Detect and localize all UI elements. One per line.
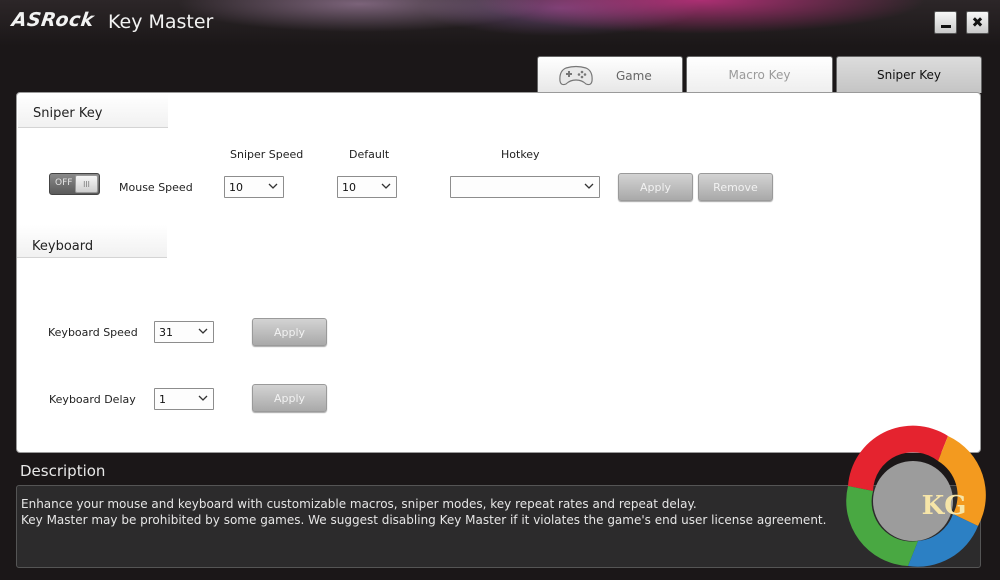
title-bar: ASRock Key Master ✖ bbox=[0, 0, 1000, 46]
description-line-2: Key Master may be prohibited by some gam… bbox=[21, 513, 827, 527]
keyboard-speed-value: 31 bbox=[159, 326, 173, 339]
default-speed-value: 10 bbox=[342, 181, 356, 194]
toggle-state-label: OFF bbox=[55, 178, 73, 188]
minimize-button[interactable] bbox=[934, 11, 957, 34]
default-speed-select[interactable]: 10 bbox=[337, 176, 397, 198]
sniper-remove-button[interactable]: Remove bbox=[698, 173, 773, 201]
tab-macro-key[interactable]: Macro Key bbox=[686, 56, 833, 93]
sniper-apply-button[interactable]: Apply bbox=[618, 173, 693, 201]
chevron-down-icon bbox=[381, 183, 391, 189]
chevron-down-icon bbox=[198, 328, 208, 334]
keyboard-speed-apply-button[interactable]: Apply bbox=[252, 318, 327, 346]
tab-game[interactable]: Game bbox=[537, 56, 683, 93]
keyboard-delay-select[interactable]: 1 bbox=[154, 388, 214, 410]
description-line-1: Enhance your mouse and keyboard with cus… bbox=[21, 497, 697, 511]
sniper-speed-select[interactable]: 10 bbox=[224, 176, 284, 198]
keyboard-section-title: Keyboard bbox=[17, 225, 167, 258]
tab-macro-key-label: Macro Key bbox=[728, 68, 791, 82]
tab-sniper-key[interactable]: Sniper Key bbox=[836, 56, 982, 93]
toggle-knob[interactable]: lll bbox=[75, 175, 98, 193]
close-button[interactable]: ✖ bbox=[966, 11, 989, 34]
chevron-down-icon bbox=[198, 395, 208, 401]
sniper-speed-column-header: Sniper Speed bbox=[230, 148, 304, 161]
mouse-speed-label: Mouse Speed bbox=[119, 181, 193, 194]
asrock-logo: ASRock bbox=[10, 9, 96, 31]
app-title: Key Master bbox=[108, 11, 214, 33]
hotkey-select[interactable] bbox=[450, 176, 600, 198]
hotkey-column-header: Hotkey bbox=[501, 148, 540, 161]
chevron-down-icon bbox=[268, 183, 278, 189]
sniper-speed-value: 10 bbox=[229, 181, 243, 194]
close-icon: ✖ bbox=[971, 14, 984, 31]
keyboard-speed-select[interactable]: 31 bbox=[154, 321, 214, 343]
keyboard-delay-value: 1 bbox=[159, 393, 166, 406]
gamepad-icon bbox=[559, 65, 593, 86]
watermark-text: KG bbox=[922, 491, 967, 521]
description-title: Description bbox=[20, 462, 106, 480]
chevron-down-icon bbox=[584, 183, 594, 189]
minimize-icon bbox=[940, 25, 951, 28]
sniper-key-section-title: Sniper Key bbox=[18, 94, 168, 128]
tab-sniper-key-label: Sniper Key bbox=[876, 68, 942, 82]
sniper-toggle-switch[interactable]: OFF lll bbox=[49, 173, 100, 195]
tab-game-label: Game bbox=[616, 69, 652, 83]
default-column-header: Default bbox=[349, 148, 390, 161]
kg-watermark-logo: KG bbox=[846, 425, 986, 567]
keyboard-delay-apply-button[interactable]: Apply bbox=[252, 384, 327, 412]
keyboard-speed-label: Keyboard Speed bbox=[48, 326, 138, 339]
main-panel: Sniper Key Sniper Speed Default Hotkey O… bbox=[16, 92, 981, 453]
keyboard-delay-label: Keyboard Delay bbox=[49, 393, 136, 406]
